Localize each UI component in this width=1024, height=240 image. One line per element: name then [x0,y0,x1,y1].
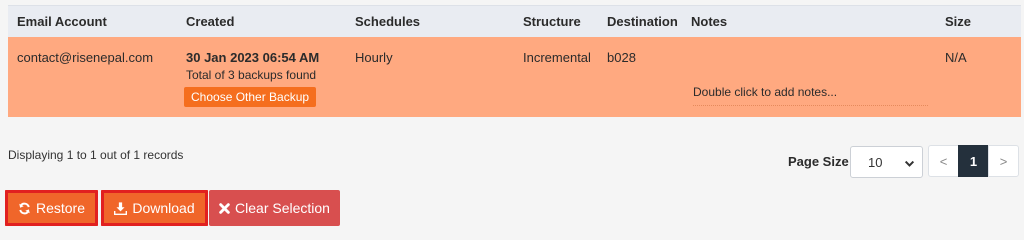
restore-label: Restore [35,200,86,216]
records-summary: Displaying 1 to 1 out of 1 records [8,148,184,162]
chevron-down-icon [904,157,915,172]
x-icon [219,202,230,214]
page-size-value: 10 [868,154,883,170]
page-size-label: Page Size [788,154,849,169]
table-row[interactable]: contact@risenepal.com 30 Jan 2023 06:54 … [8,37,1021,117]
current-page-button[interactable]: 1 [958,145,989,177]
header-notes[interactable]: Notes [691,14,727,29]
backups-table: Email Account Created Schedules Structur… [8,5,1021,117]
header-schedules[interactable]: Schedules [355,14,420,29]
download-button[interactable]: Download [101,190,208,226]
schedule-cell: Hourly [355,50,393,65]
header-structure[interactable]: Structure [523,14,581,29]
size-cell: N/A [945,50,967,65]
download-label: Download [132,200,195,216]
notes-field[interactable]: Double click to add notes... [693,85,928,106]
choose-other-backup-button[interactable]: Choose Other Backup [184,87,317,107]
destination-cell: b028 [607,50,636,65]
header-created[interactable]: Created [186,14,234,29]
created-date: 30 Jan 2023 06:54 AM [186,50,320,65]
header-email-account[interactable]: Email Account [17,14,107,29]
table-header: Email Account Created Schedules Structur… [8,5,1021,37]
download-icon [114,201,128,215]
clear-selection-label: Clear Selection [235,200,330,216]
page-size-select[interactable]: 10 [850,146,923,178]
header-size[interactable]: Size [945,14,971,29]
refresh-icon [18,202,31,215]
backups-count: Total of 3 backups found [186,68,317,82]
clear-selection-button[interactable]: Clear Selection [209,190,340,226]
structure-cell: Incremental [523,50,591,65]
next-page-button[interactable]: > [988,145,1019,177]
pagination: < 1 > [928,145,1019,177]
header-destination[interactable]: Destination [607,14,678,29]
restore-button[interactable]: Restore [5,190,98,226]
prev-page-button[interactable]: < [928,145,959,177]
email-cell: contact@risenepal.com [17,50,154,65]
